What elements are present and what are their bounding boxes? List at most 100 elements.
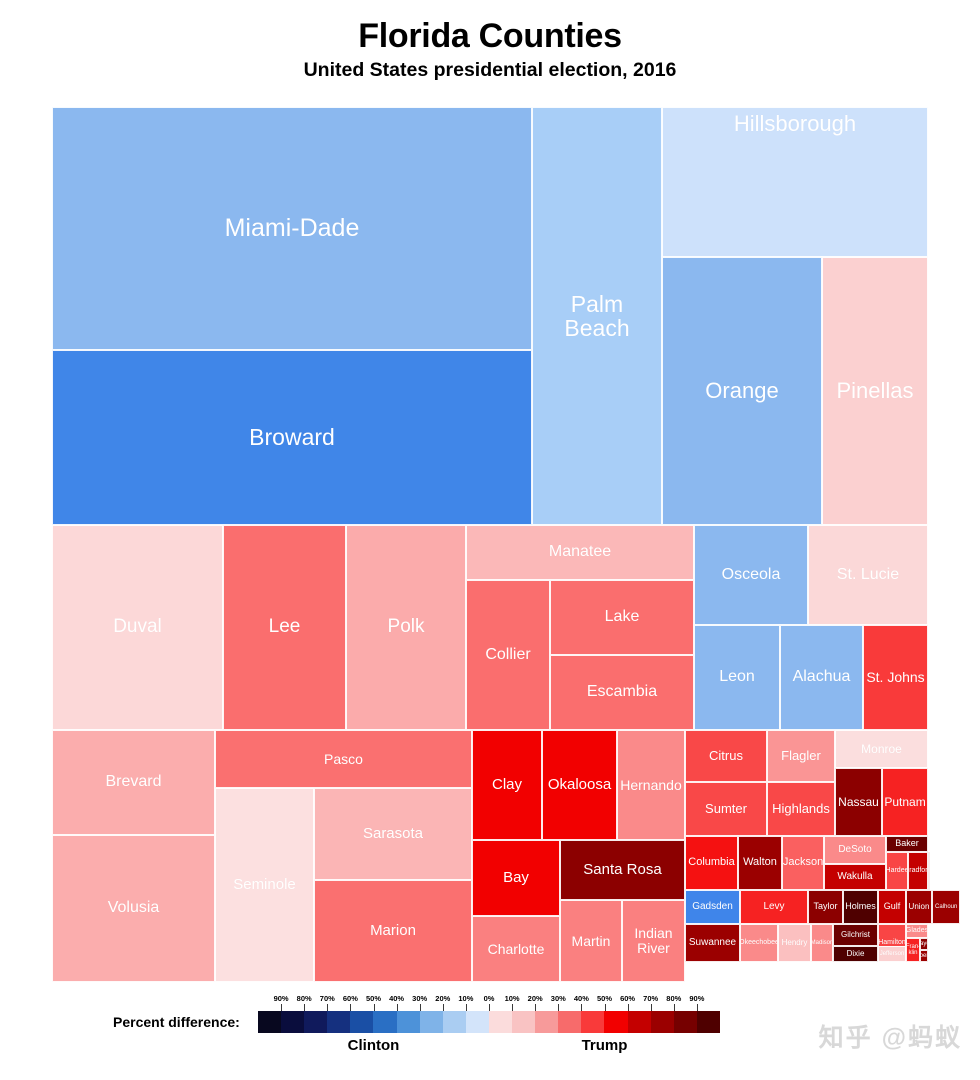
- treemap-tile-label: Flagler: [781, 748, 821, 764]
- legend-swatch-18: [673, 1011, 697, 1033]
- treemap-tile-nassau[interactable]: Nassau: [835, 768, 882, 836]
- treemap-tile-label: Wash- ington: [928, 864, 930, 879]
- treemap-tile-broward[interactable]: Broward: [52, 350, 532, 525]
- legend-tick: [627, 1004, 629, 1011]
- treemap-tile-sarasota[interactable]: Sarasota: [314, 788, 472, 880]
- treemap-tile-madison[interactable]: Madison: [811, 924, 833, 962]
- legend-swatch-12: [535, 1011, 559, 1033]
- treemap-tile-hendry[interactable]: Hendry: [778, 924, 811, 962]
- treemap-tile-bradford[interactable]: Bradford: [908, 852, 928, 890]
- treemap-tile-glades[interactable]: Glades: [906, 924, 928, 938]
- treemap-tile-suwannee[interactable]: Suwannee: [685, 924, 740, 962]
- treemap-tile-pasco[interactable]: Pasco: [215, 730, 472, 788]
- treemap-tile-volusia[interactable]: Volusia: [52, 835, 215, 982]
- treemap-tile-label: Pinellas: [836, 378, 914, 404]
- treemap-tile-alachua[interactable]: Alachua: [780, 625, 863, 730]
- treemap-tile-label: Gadsden: [692, 900, 733, 912]
- treemap-tile-escambia[interactable]: Escambia: [550, 655, 694, 730]
- treemap-tile-osceola[interactable]: Osceola: [694, 525, 808, 625]
- treemap-tile-label: Lake: [604, 608, 640, 626]
- treemap-tile-palm-beach[interactable]: Palm Beach: [532, 107, 662, 525]
- treemap-tile-flagler[interactable]: Flagler: [767, 730, 835, 782]
- treemap-tile-bay[interactable]: Bay: [472, 840, 560, 916]
- treemap-tile-franklin[interactable]: Fran- klin: [906, 938, 920, 962]
- treemap-tile-st-johns[interactable]: St. Johns: [863, 625, 928, 730]
- legend-swatch-17: [650, 1011, 674, 1033]
- treemap-tile-orange[interactable]: Orange: [662, 257, 822, 525]
- legend-tick-label: 30%: [412, 994, 428, 1003]
- treemap-tile-clay[interactable]: Clay: [472, 730, 542, 840]
- treemap-tile-label: Bay: [503, 869, 529, 887]
- treemap-tile-martin[interactable]: Martin: [560, 900, 622, 982]
- treemap-tile-union[interactable]: Union: [906, 890, 932, 924]
- treemap-tile-okaloosa[interactable]: Okaloosa: [542, 730, 617, 840]
- treemap-tile-hillsborough[interactable]: Hillsborough: [662, 107, 928, 257]
- treemap-tile-label: Brevard: [105, 773, 162, 791]
- treemap-tile-liberty[interactable]: Liberty: [920, 950, 928, 962]
- treemap-tile-taylor[interactable]: Taylor: [808, 890, 843, 924]
- legend-tick-label: 60%: [620, 994, 636, 1003]
- treemap-tile-label: Sarasota: [362, 825, 424, 843]
- treemap-tile-levy[interactable]: Levy: [740, 890, 808, 924]
- treemap-tile-leon[interactable]: Leon: [694, 625, 780, 730]
- treemap-tile-label: Union: [908, 901, 930, 911]
- treemap-tile-baker[interactable]: Baker: [886, 836, 928, 852]
- treemap-tile-dixie[interactable]: Dixie: [833, 946, 878, 962]
- treemap-tile-gulf[interactable]: Gulf: [878, 890, 906, 924]
- treemap-tile-st-lucie[interactable]: St. Lucie: [808, 525, 928, 625]
- treemap-tile-walton[interactable]: Walton: [738, 836, 782, 890]
- legend-swatch-4: [350, 1011, 374, 1033]
- treemap-tile-desoto[interactable]: DeSoto: [824, 836, 886, 864]
- legend-tick: [673, 1004, 675, 1011]
- treemap-tile-citrus[interactable]: Citrus: [685, 730, 767, 782]
- legend-swatch-2: [304, 1011, 328, 1033]
- treemap-tile-charlotte[interactable]: Charlotte: [472, 916, 560, 982]
- treemap-tile-label: Jefferson: [879, 950, 905, 957]
- treemap-tile-lee[interactable]: Lee: [223, 525, 346, 730]
- treemap-tile-wakulla[interactable]: Wakulla: [824, 864, 886, 890]
- treemap-tile-label: Citrus: [709, 748, 743, 764]
- treemap-tile-okeechobee[interactable]: Okeechobee: [740, 924, 778, 962]
- treemap-tile-washington[interactable]: Wash- ington: [928, 852, 930, 890]
- treemap-tile-marion[interactable]: Marion: [314, 880, 472, 982]
- treemap-tile-polk[interactable]: Polk: [346, 525, 466, 730]
- treemap-tile-highlands[interactable]: Highlands: [767, 782, 835, 836]
- treemap-tile-label: Seminole: [233, 876, 296, 894]
- treemap-tile-manatee[interactable]: Manatee: [466, 525, 694, 580]
- treemap-tile-lafayette[interactable]: Lafayette: [920, 938, 928, 950]
- treemap-tile-gadsden[interactable]: Gadsden: [685, 890, 740, 924]
- treemap-tile-holmes[interactable]: Holmes: [843, 890, 878, 924]
- treemap-tile-lake[interactable]: Lake: [550, 580, 694, 655]
- page-title: Florida Counties: [358, 17, 622, 55]
- treemap-tile-label: Jackson: [782, 856, 824, 869]
- legend-colorbar: [258, 1011, 720, 1033]
- treemap-tile-pinellas[interactable]: Pinellas: [822, 257, 928, 525]
- treemap-tile-santa-rosa[interactable]: Santa Rosa: [560, 840, 685, 900]
- treemap-tile-gilchrist[interactable]: Gilchrist: [833, 924, 878, 946]
- legend-swatch-14: [581, 1011, 605, 1033]
- treemap-tile-miami-dade[interactable]: Miami-Dade: [52, 107, 532, 350]
- legend-swatch-6: [396, 1011, 420, 1033]
- legend-swatch-0: [258, 1011, 282, 1033]
- legend-tick-label: 70%: [319, 994, 335, 1003]
- treemap-tile-hernando[interactable]: Hernando: [617, 730, 685, 840]
- treemap-tile-duval[interactable]: Duval: [52, 525, 223, 730]
- treemap-tile-brevard[interactable]: Brevard: [52, 730, 215, 835]
- treemap-tile-calhoun[interactable]: Calhoun: [932, 890, 961, 924]
- treemap-tile-putnam[interactable]: Putnam: [882, 768, 928, 836]
- treemap-tile-label: Alachua: [792, 668, 851, 686]
- treemap-tile-seminole[interactable]: Seminole: [215, 788, 314, 982]
- treemap-tile-label: Orange: [705, 378, 779, 404]
- treemap-tile-label: Lafayette: [920, 940, 927, 947]
- treemap-tile-monroe[interactable]: Monroe: [835, 730, 928, 768]
- treemap-tile-columbia[interactable]: Columbia: [685, 836, 738, 890]
- treemap-tile-sumter[interactable]: Sumter: [685, 782, 767, 836]
- treemap-tile-jefferson[interactable]: Jefferson: [878, 946, 906, 962]
- treemap-tile-collier[interactable]: Collier: [466, 580, 550, 730]
- treemap-tile-hardee[interactable]: Hardee: [886, 852, 908, 890]
- treemap-tile-label: DeSoto: [838, 843, 872, 855]
- treemap-tile-label: Dixie: [846, 948, 865, 958]
- legend-tick-label: 80%: [666, 994, 682, 1003]
- treemap-tile-indian-river[interactable]: Indian River: [622, 900, 685, 982]
- treemap-tile-jackson[interactable]: Jackson: [782, 836, 824, 890]
